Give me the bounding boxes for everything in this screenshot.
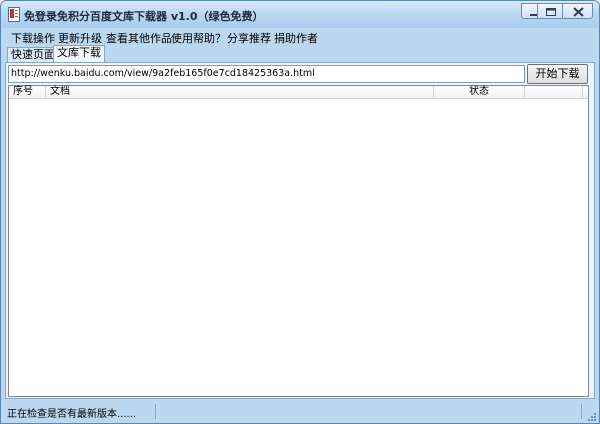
tab-wenku-download[interactable]: 文库下载 (53, 45, 105, 63)
status-divider (581, 404, 582, 419)
window-title: 免登录免积分百度文库下载器 v1.0（绿色免费） (24, 10, 264, 23)
menu-update[interactable]: 更新升级 (58, 30, 102, 46)
maximize-icon (546, 8, 556, 16)
url-input[interactable]: http://wenku.baidu.com/view/9a2feb165f0e… (8, 65, 525, 83)
close-button[interactable] (562, 3, 593, 19)
menu-help[interactable]: 使用帮助？ (171, 30, 226, 46)
tab-quick-page[interactable]: 快速页面 (7, 47, 59, 63)
list-header: 序号 文档 状态 (9, 86, 588, 99)
menu-bar: 下载操作 更新升级 查看其他作品 使用帮助？ 分享推荐 捐助作者 (5, 28, 595, 46)
tab-strip: 快速页面 文库下载 (7, 45, 597, 63)
title-bar[interactable]: 免登录免积分百度文库下载器 v1.0（绿色免费） (1, 1, 599, 28)
download-panel: http://wenku.baidu.com/view/9a2feb165f0e… (5, 62, 595, 399)
app-icon (8, 7, 20, 22)
menu-other-works[interactable]: 查看其他作品 (106, 30, 172, 46)
menu-donate[interactable]: 捐助作者 (274, 30, 318, 46)
close-icon (573, 7, 584, 17)
column-status[interactable]: 状态 (434, 86, 525, 99)
status-divider (155, 404, 156, 419)
menu-download-ops[interactable]: 下载操作 (11, 30, 55, 46)
status-bar: 正在检查是否有最新版本...... (1, 400, 599, 423)
column-document[interactable]: 文档 (46, 86, 434, 99)
resize-grip-icon[interactable] (587, 412, 597, 422)
column-extra[interactable] (525, 86, 583, 99)
maximize-button[interactable] (537, 3, 563, 19)
app-window: 免登录免积分百度文库下载器 v1.0（绿色免费） 下载操作 更新升级 查看其他作… (0, 0, 600, 424)
status-message: 正在检查是否有最新版本...... (7, 409, 137, 420)
column-index[interactable]: 序号 (9, 86, 46, 99)
menu-share[interactable]: 分享推荐 (227, 30, 271, 46)
download-list[interactable]: 序号 文档 状态 (8, 85, 589, 397)
start-download-button[interactable]: 开始下载 (527, 64, 588, 84)
